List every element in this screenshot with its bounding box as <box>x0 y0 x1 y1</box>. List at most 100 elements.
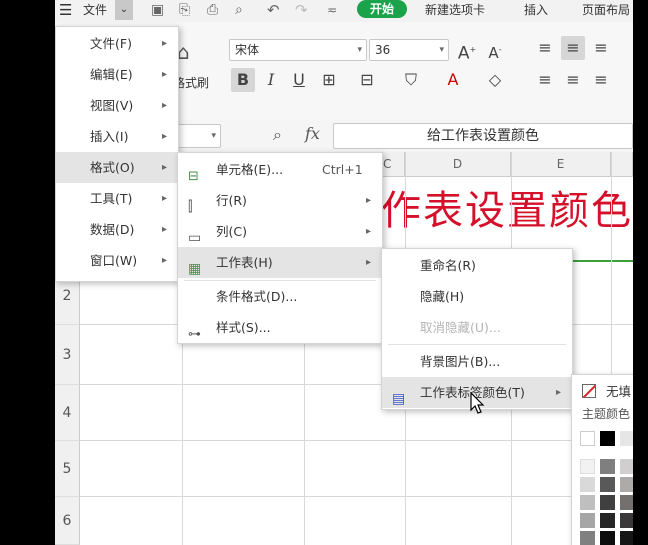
color-swatch[interactable] <box>580 513 595 528</box>
print-preview-icon[interactable]: ⌕ <box>235 0 243 20</box>
print-icon[interactable]: ⎙ <box>207 0 218 20</box>
menu-item-styles[interactable]: ⊶ 样式(S)... <box>178 312 382 343</box>
file-menu-button[interactable]: 文件 <box>83 0 107 20</box>
menu-item-label: 行(R) <box>216 193 247 208</box>
fill-color-icon[interactable]: ⛉ <box>399 68 423 92</box>
fx-icon[interactable]: fx <box>305 124 320 143</box>
color-swatch[interactable] <box>620 431 633 446</box>
color-swatch[interactable] <box>620 531 633 545</box>
font-size-select[interactable]: 36 ▾ <box>369 39 449 61</box>
no-fill-label: 无填 <box>606 384 632 399</box>
mouse-cursor-icon <box>470 392 485 414</box>
align-middle-icon[interactable]: ≡ <box>561 36 585 60</box>
redo-icon[interactable]: ↷ <box>295 0 308 20</box>
tab-insert[interactable]: 插入 <box>524 0 548 20</box>
tab-start[interactable]: 开始 <box>357 0 407 18</box>
menu-item-edit[interactable]: 编辑(E) ▸ <box>56 59 178 90</box>
color-swatch[interactable] <box>580 431 595 446</box>
menu-item-label: 窗口(W) <box>90 253 138 268</box>
color-swatch[interactable] <box>580 459 595 474</box>
chevron-right-icon: ▸ <box>162 100 168 111</box>
color-swatch[interactable] <box>620 477 633 492</box>
color-swatch[interactable] <box>620 513 633 528</box>
color-swatch[interactable] <box>600 477 615 492</box>
zoom-icon[interactable]: ⌕ <box>273 125 282 145</box>
menu-item-cells[interactable]: ⊟ 单元格(E)... Ctrl+1 <box>178 154 382 185</box>
color-swatch[interactable] <box>600 459 615 474</box>
chevron-right-icon: ▸ <box>162 38 168 49</box>
color-swatch[interactable] <box>600 495 615 510</box>
menu-item-conditional-format[interactable]: 条件格式(D)... <box>178 281 382 312</box>
tab-page-layout[interactable]: 页面布局 <box>582 0 630 20</box>
color-swatch[interactable] <box>600 513 615 528</box>
menu-item-label: 取消隐藏(U)... <box>420 320 501 335</box>
tab-new[interactable]: 新建选项卡 <box>425 0 485 20</box>
menu-item-view[interactable]: 视图(V) ▸ <box>56 90 178 121</box>
menu-item-background-image[interactable]: 背景图片(B)... <box>382 346 572 377</box>
export-icon[interactable]: ⎘ <box>179 0 190 20</box>
menu-item-insert[interactable]: 插入(I) ▸ <box>56 121 178 152</box>
menu-item-window[interactable]: 窗口(W) ▸ <box>56 245 178 276</box>
row-header-6[interactable]: 6 <box>55 497 80 545</box>
hamburger-menu-icon[interactable]: ☰ <box>59 0 72 20</box>
menu-item-format[interactable]: 格式(O) ▸ <box>56 152 178 183</box>
underline-button[interactable]: U <box>287 68 311 92</box>
menu-item-column[interactable]: ▭ 列(C) ▸ <box>178 216 382 247</box>
chevron-down-icon: ▾ <box>439 45 444 55</box>
row-header-3[interactable]: 3 <box>55 325 80 385</box>
save-icon[interactable]: ▣ <box>151 0 164 20</box>
title-cell-text[interactable]: 作表设置颜色 <box>381 178 633 238</box>
align-bottom-icon[interactable]: ≡ <box>589 36 613 60</box>
column-header-d[interactable]: D <box>405 152 511 177</box>
menu-item-hide[interactable]: 隐藏(H) <box>382 281 572 312</box>
column-header-c[interactable]: C <box>381 152 405 177</box>
font-color-icon[interactable]: A <box>441 68 465 92</box>
clear-format-icon[interactable]: ◇ <box>483 68 507 92</box>
color-swatch[interactable] <box>600 531 615 545</box>
formula-input[interactable]: 给工作表设置颜色 <box>333 123 633 149</box>
main-menu: 文件(F) ▸ 编辑(E) ▸ 视图(V) ▸ 插入(I) ▸ 格式(O) ▸ 工具(T)… <box>55 26 179 282</box>
row-header-5[interactable]: 5 <box>55 441 80 497</box>
undo-icon[interactable]: ↶ <box>267 0 280 20</box>
align-center-icon[interactable]: ≡ <box>561 68 585 92</box>
bold-button[interactable]: B <box>231 68 255 92</box>
menu-item-rename[interactable]: 重命名(R) <box>382 250 572 281</box>
no-fill-option[interactable]: 无填 <box>572 376 633 407</box>
align-right-icon[interactable]: ≡ <box>589 68 613 92</box>
increase-font-icon[interactable]: A+ <box>455 38 479 64</box>
italic-button[interactable]: I <box>259 68 283 92</box>
chevron-down-icon: ▾ <box>211 131 216 141</box>
menu-item-tools[interactable]: 工具(T) ▸ <box>56 183 178 214</box>
menu-item-label: 工具(T) <box>90 191 133 206</box>
align-left-icon[interactable]: ≡ <box>533 68 557 92</box>
row-header-4[interactable]: 4 <box>55 385 80 441</box>
menu-item-file[interactable]: 文件(F) ▸ <box>56 28 178 59</box>
menu-item-label: 工作表(H) <box>216 255 273 270</box>
menu-item-label: 插入(I) <box>90 129 129 144</box>
color-swatch[interactable] <box>620 495 633 510</box>
menu-item-label: 背景图片(B)... <box>420 354 501 369</box>
border-icon[interactable]: ⊞ <box>317 68 341 92</box>
menu-item-worksheet[interactable]: ▦ 工作表(H) ▸ <box>178 247 382 278</box>
column-header[interactable] <box>611 152 633 177</box>
column-header-e[interactable]: E <box>511 152 611 177</box>
color-swatch[interactable] <box>600 431 615 446</box>
menu-item-unhide: 取消隐藏(U)... <box>382 312 572 343</box>
color-swatch[interactable] <box>580 477 595 492</box>
color-swatch[interactable] <box>580 495 595 510</box>
cell-style-icon[interactable]: ⊟ <box>355 68 379 92</box>
chevron-right-icon: ▸ <box>162 255 168 266</box>
align-top-icon[interactable]: ≡ <box>533 36 557 60</box>
menu-item-data[interactable]: 数据(D) ▸ <box>56 214 178 245</box>
chevron-right-icon: ▸ <box>162 224 168 235</box>
color-swatch[interactable] <box>580 531 595 545</box>
menu-item-label: 编辑(E) <box>90 67 133 82</box>
customize-icon[interactable]: ≂ <box>327 0 337 20</box>
font-name-select[interactable]: 宋体 ▾ <box>229 39 367 61</box>
menu-item-row[interactable]: ⫿ 行(R) ▸ <box>178 185 382 216</box>
chevron-down-icon[interactable]: ⌄ <box>115 0 133 20</box>
decrease-font-icon[interactable]: A- <box>483 38 507 62</box>
chevron-down-icon: ▾ <box>357 45 362 55</box>
color-swatch[interactable] <box>620 459 633 474</box>
worksheet-icon: ▦ <box>188 261 202 277</box>
